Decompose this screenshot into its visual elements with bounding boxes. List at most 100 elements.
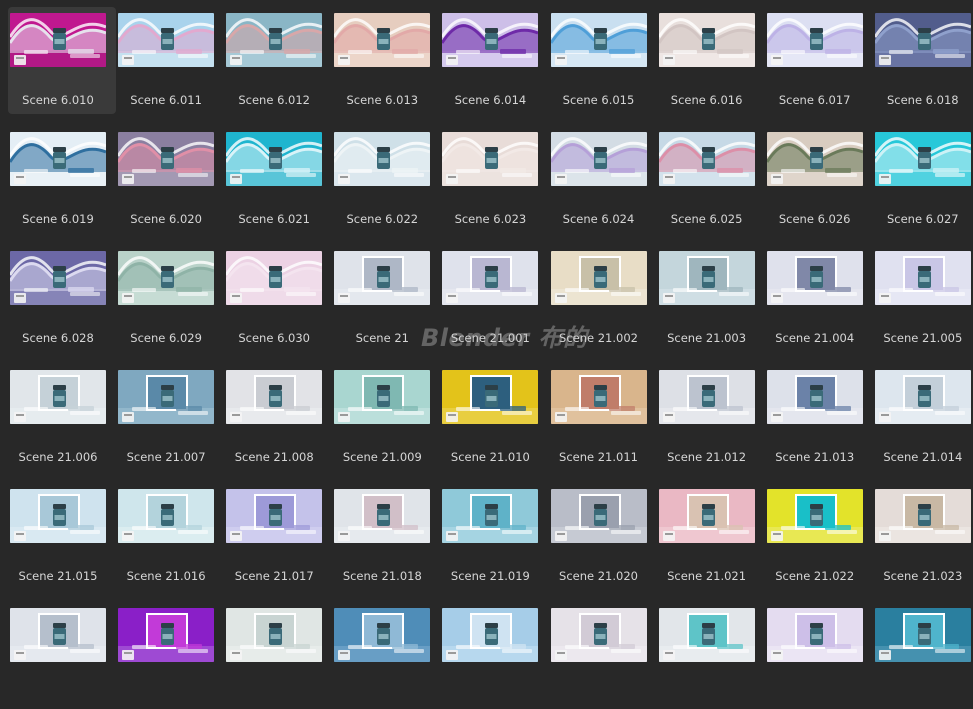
scene-asset-tile[interactable]: Scene 21.008 [224,364,332,471]
scene-asset-tile[interactable]: Scene 21.017 [224,483,332,590]
scene-asset-tile[interactable]: Scene 6.020 [116,126,224,233]
scene-asset-tile[interactable]: Scene 21.007 [116,364,224,471]
scene-name-label: Scene 21.001 [450,331,530,345]
scene-asset-tile[interactable]: Scene 21.023 [873,483,973,590]
scene-thumbnail-image [874,13,971,67]
scene-thumbnail-image [10,251,106,305]
scene-thumbnail-image [118,251,215,305]
scene-asset-tile[interactable]: Scene 6.012 [224,7,332,114]
scene-thumbnail-image [658,132,755,186]
scene-name-label: Scene 6.019 [22,212,94,226]
scene-asset-tile[interactable] [440,602,548,709]
scene-asset-tile[interactable]: Scene 21.015 [8,483,116,590]
scene-asset-tile[interactable]: Scene 21.012 [657,364,765,471]
scene-asset-tile[interactable]: Scene 6.017 [765,7,873,114]
scene-asset-tile[interactable]: Scene 21.011 [549,364,657,471]
scene-asset-tile[interactable]: Scene 21.004 [765,245,873,352]
scene-name-label: Scene 6.015 [562,93,635,107]
scene-thumbnail-image [766,13,863,67]
scene-asset-tile[interactable]: Scene 21.020 [549,483,657,590]
scene-name-label: Scene 21.016 [126,569,206,583]
scene-name-label: Scene 21.013 [775,450,855,464]
scene-asset-tile[interactable]: Scene 6.018 [873,7,973,114]
scene-thumbnail-image [334,489,431,543]
scene-name-label: Scene 21.011 [559,450,638,464]
scene-thumbnail-image [226,251,323,305]
scene-name-label: Scene 21 [355,331,409,345]
scene-name-label: Scene 6.018 [886,93,959,107]
scene-asset-tile[interactable]: Scene 6.026 [765,126,873,233]
scene-asset-tile[interactable]: Scene 21.009 [332,364,440,471]
scene-asset-tile[interactable]: Scene 21.022 [765,483,873,590]
scene-asset-tile[interactable]: Scene 6.021 [224,126,332,233]
scene-thumbnail-image [550,370,647,424]
scene-asset-tile[interactable]: Scene 6.014 [440,7,548,114]
scene-asset-tile[interactable]: Scene 6.030 [224,245,332,352]
scene-asset-tile[interactable]: Scene 6.010 [8,7,116,114]
scene-thumbnail-image [118,13,215,67]
scene-name-label: Scene 6.012 [238,93,310,107]
scene-name-label: Scene 21.017 [234,569,314,583]
scene-name-label: Scene 21.005 [883,331,963,345]
scene-thumbnail-image [226,13,323,67]
scene-name-label: Scene 6.025 [670,212,743,226]
scene-name-label: Scene 21.021 [667,569,747,583]
scene-asset-tile[interactable]: Scene 6.027 [873,126,973,233]
scene-asset-tile[interactable]: Scene 6.019 [8,126,116,233]
scene-thumbnail-image [226,608,323,662]
scene-name-label: Scene 6.017 [778,93,851,107]
scene-name-label: Scene 21.009 [342,450,422,464]
scene-asset-tile[interactable] [657,602,765,709]
scene-name-label: Scene 21.018 [342,569,422,583]
scene-asset-tile[interactable] [8,602,116,709]
scene-thumbnail-image [766,608,863,662]
scene-asset-tile[interactable]: Scene 21.001 [440,245,548,352]
scene-thumbnail-image [766,251,863,305]
scene-thumbnail-image [334,251,431,305]
scene-asset-tile[interactable] [765,602,873,709]
scene-thumbnail-image [550,13,647,67]
scene-name-label: Scene 6.011 [130,93,202,107]
scene-asset-tile[interactable]: Scene 21.018 [332,483,440,590]
scene-asset-tile[interactable]: Scene 21.021 [657,483,765,590]
scene-name-label: Scene 6.021 [238,212,310,226]
scene-thumbnail-image [10,132,106,186]
scene-thumbnail-image [10,608,106,662]
scene-asset-tile[interactable] [224,602,332,709]
scene-asset-tile[interactable] [873,602,973,709]
scene-asset-tile[interactable]: Scene 21 [332,245,440,352]
scene-thumbnail-image [10,370,106,424]
scene-asset-tile[interactable]: Scene 6.025 [657,126,765,233]
scene-asset-tile[interactable]: Scene 21.014 [873,364,973,471]
scene-asset-tile[interactable] [549,602,657,709]
scene-name-label: Scene 6.022 [346,212,419,226]
scene-asset-tile[interactable] [332,602,440,709]
scene-asset-tile[interactable]: Scene 21.016 [116,483,224,590]
scene-thumbnail-image [442,489,539,543]
scene-asset-tile[interactable]: Scene 21.003 [657,245,765,352]
scene-asset-tile[interactable]: Scene 21.013 [765,364,873,471]
scene-asset-tile[interactable]: Scene 6.015 [549,7,657,114]
scene-asset-tile[interactable]: Scene 6.023 [440,126,548,233]
scene-name-label: Scene 21.006 [18,450,98,464]
scene-asset-tile[interactable]: Scene 6.028 [8,245,116,352]
scene-asset-tile[interactable]: Scene 21.010 [440,364,548,471]
scene-asset-tile[interactable]: Scene 6.016 [657,7,765,114]
scene-thumbnail-image [442,608,539,662]
scene-asset-tile[interactable]: Scene 21.006 [8,364,116,471]
scene-asset-tile[interactable]: Scene 6.011 [116,7,224,114]
scene-asset-tile[interactable]: Scene 6.024 [549,126,657,233]
scene-thumbnail-image [550,489,647,543]
scene-thumbnail-image [118,489,215,543]
scene-asset-tile[interactable] [116,602,224,709]
scene-name-label: Scene 21.015 [18,569,98,583]
scene-asset-tile[interactable]: Scene 21.005 [873,245,973,352]
scene-asset-tile[interactable]: Scene 21.002 [549,245,657,352]
scene-name-label: Scene 6.016 [670,93,743,107]
scene-asset-tile[interactable]: Scene 6.022 [332,126,440,233]
scene-thumbnail-image [442,251,539,305]
scene-asset-tile[interactable]: Scene 21.019 [440,483,548,590]
scene-thumbnail-image [334,132,431,186]
scene-asset-tile[interactable]: Scene 6.013 [332,7,440,114]
scene-asset-tile[interactable]: Scene 6.029 [116,245,224,352]
